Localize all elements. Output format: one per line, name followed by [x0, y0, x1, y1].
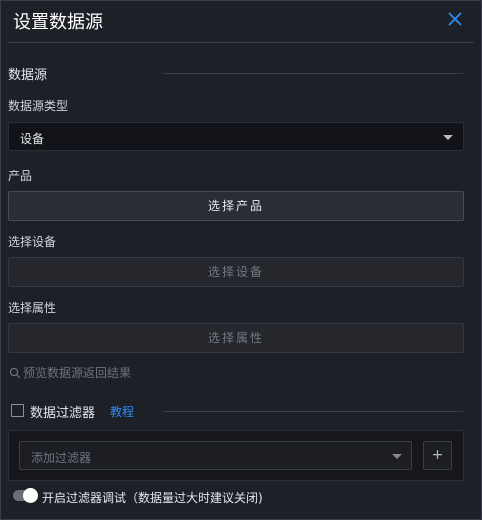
- property-label: 选择属性: [8, 301, 57, 315]
- search-icon: [9, 367, 21, 379]
- toggle-knob: [23, 488, 38, 503]
- datasource-type-select[interactable]: 设备: [8, 122, 464, 151]
- dialog-title: 设置数据源: [13, 12, 103, 33]
- filter-section-title: 数据过滤器: [30, 406, 96, 421]
- add-filter-select[interactable]: 添加过滤器: [19, 441, 412, 470]
- header-divider: [8, 42, 474, 43]
- product-label: 产品: [8, 169, 33, 183]
- add-filter-button[interactable]: +: [423, 441, 452, 470]
- section-divider: [163, 411, 463, 412]
- select-device-button[interactable]: 选择设备: [8, 257, 464, 287]
- filter-debug-label: 开启过滤器调试（数据量过大时建议关闭): [42, 491, 263, 505]
- tutorial-link[interactable]: 教程: [110, 403, 134, 420]
- chevron-down-icon: [392, 454, 402, 459]
- filter-debug-toggle[interactable]: [13, 488, 38, 503]
- chevron-down-icon: [443, 135, 453, 140]
- filter-enable-checkbox[interactable]: [11, 404, 24, 417]
- dialog-header: 设置数据源: [1, 1, 481, 42]
- preview-result-link[interactable]: 预览数据源返回结果: [9, 364, 131, 381]
- set-datasource-dialog: 设置数据源 数据源 数据源类型 设备 产品 选择产品 选择设备 选择设备 选择属…: [0, 0, 482, 520]
- section-divider: [163, 73, 463, 74]
- filter-panel: 添加过滤器 +: [8, 430, 464, 481]
- datasource-section-title: 数据源: [8, 68, 48, 83]
- preview-link-text: 预览数据源返回结果: [23, 366, 132, 380]
- select-property-button[interactable]: 选择属性: [8, 323, 464, 353]
- datasource-type-label: 数据源类型: [8, 99, 69, 113]
- select-product-button[interactable]: 选择产品: [8, 191, 464, 221]
- device-label: 选择设备: [8, 235, 57, 249]
- add-filter-placeholder: 添加过滤器: [31, 451, 92, 465]
- datasource-type-value: 设备: [20, 132, 45, 146]
- close-icon[interactable]: [445, 9, 465, 29]
